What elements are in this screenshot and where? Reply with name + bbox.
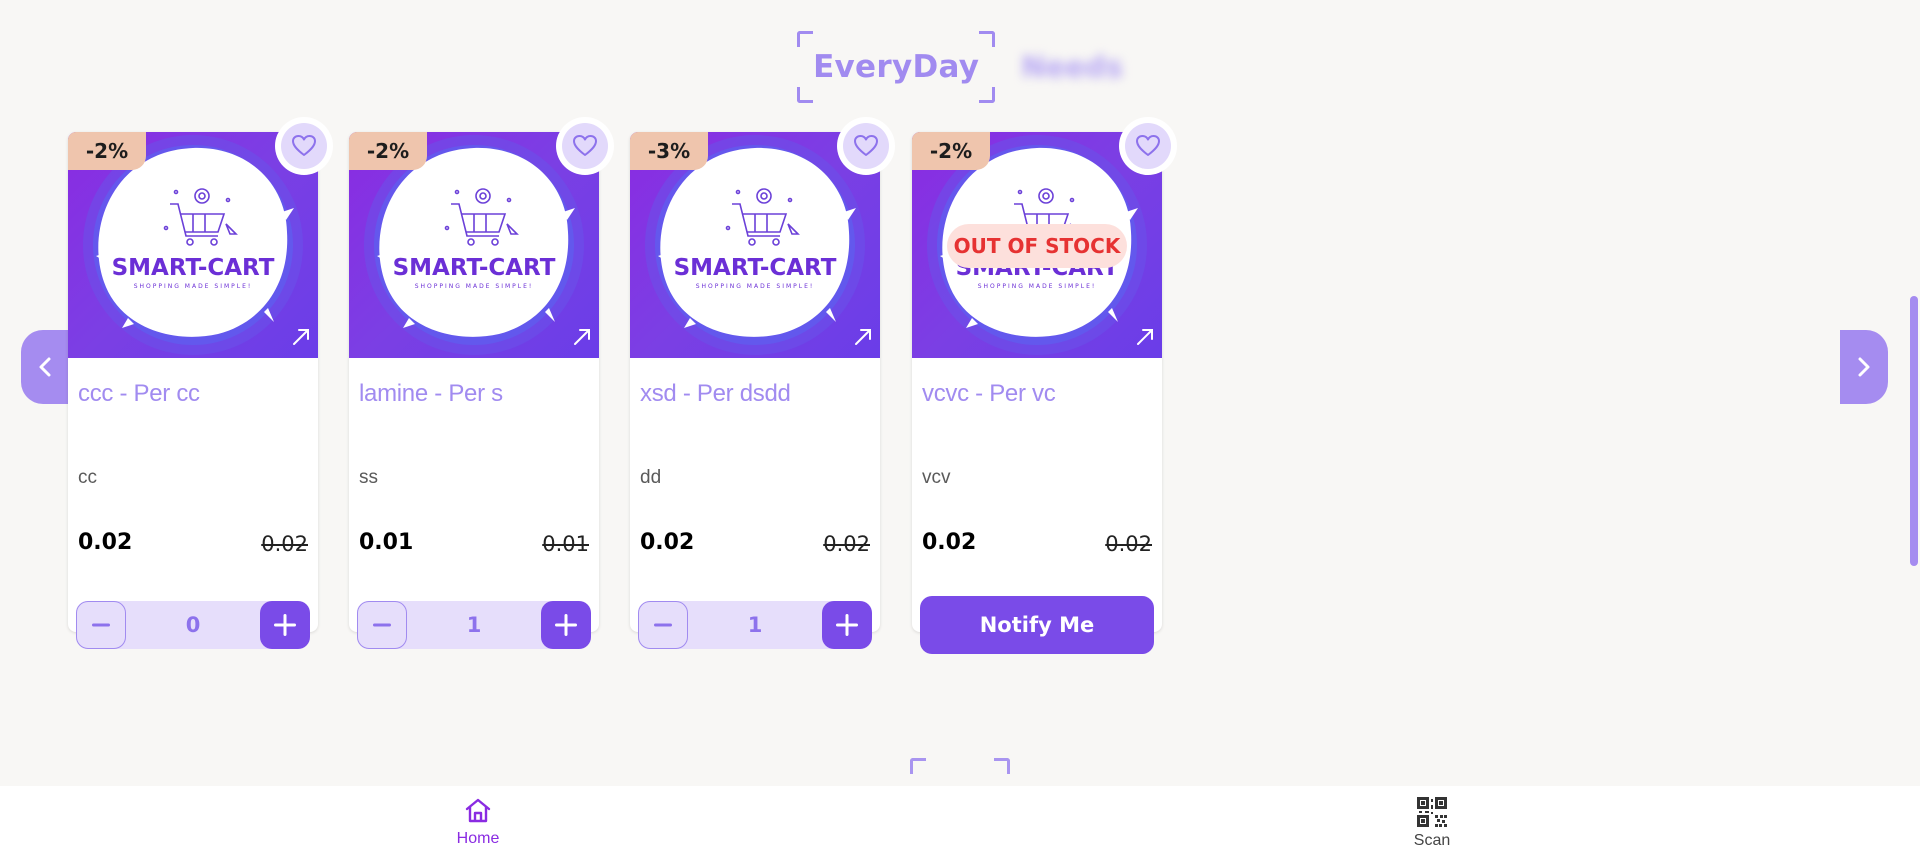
bottom-nav: Home Scan bbox=[0, 786, 1920, 860]
nav-scan[interactable]: Scan bbox=[1402, 796, 1462, 850]
favorite-button[interactable] bbox=[556, 117, 614, 175]
discount-badge: -2% bbox=[68, 132, 146, 170]
nav-scan-label: Scan bbox=[1413, 832, 1451, 849]
product-price: 0.02 bbox=[640, 530, 695, 555]
nav-home[interactable]: Home bbox=[448, 796, 508, 848]
logo-brand-text: SMART-CART bbox=[112, 255, 275, 281]
logo-tagline-text: SHOPPING MADE SIMPLE! bbox=[415, 283, 534, 290]
section-header: EveryDay Needs bbox=[0, 31, 1920, 103]
decrease-quantity-button[interactable] bbox=[638, 601, 688, 649]
heart-icon bbox=[1136, 135, 1160, 156]
chevron-right-icon bbox=[1858, 357, 1870, 377]
product-description: vcv bbox=[922, 467, 951, 488]
quantity-value: 1 bbox=[747, 613, 763, 637]
product-description: cc bbox=[78, 467, 97, 488]
expand-icon[interactable] bbox=[1134, 326, 1156, 348]
heart-icon bbox=[854, 135, 878, 156]
product-description: ss bbox=[359, 467, 378, 488]
product-price: 0.01 bbox=[359, 530, 414, 555]
product-description: dd bbox=[640, 467, 662, 488]
product-name[interactable]: vcvc - Per vc bbox=[922, 380, 1056, 408]
expand-icon[interactable] bbox=[290, 326, 312, 348]
product-price: 0.02 bbox=[922, 530, 977, 555]
logo-tagline-text: SHOPPING MADE SIMPLE! bbox=[696, 283, 815, 290]
product-card[interactable]: SMART-CART SHOPPING MADE SIMPLE! -2% lami… bbox=[349, 117, 614, 649]
increase-quantity-button[interactable] bbox=[822, 601, 872, 649]
favorite-button[interactable] bbox=[837, 117, 895, 175]
quantity-stepper: 1 bbox=[638, 601, 872, 649]
increase-quantity-button[interactable] bbox=[260, 601, 310, 649]
product-old-price: 0.01 bbox=[542, 532, 589, 556]
scrollbar[interactable] bbox=[1908, 0, 1920, 786]
product-old-price: 0.02 bbox=[261, 532, 308, 556]
discount-badge: -3% bbox=[630, 132, 708, 170]
logo-tagline-text: SHOPPING MADE SIMPLE! bbox=[134, 283, 253, 290]
quantity-stepper: 0 bbox=[76, 601, 310, 649]
plus-icon bbox=[274, 614, 296, 636]
section-title-blurred: Needs bbox=[1021, 50, 1123, 84]
plus-icon bbox=[555, 614, 577, 636]
home-icon bbox=[465, 798, 491, 823]
logo-tagline-text: SHOPPING MADE SIMPLE! bbox=[978, 283, 1097, 290]
notify-me-button[interactable]: Notify Me bbox=[920, 596, 1154, 654]
expand-icon[interactable] bbox=[852, 326, 874, 348]
quantity-stepper: 1 bbox=[357, 601, 591, 649]
discount-badge: -2% bbox=[912, 132, 990, 170]
increase-quantity-button[interactable] bbox=[541, 601, 591, 649]
section-title-frame: EveryDay bbox=[797, 31, 996, 103]
product-old-price: 0.02 bbox=[823, 532, 870, 556]
heart-icon bbox=[573, 135, 597, 156]
minus-icon bbox=[92, 623, 110, 627]
decrease-quantity-button[interactable] bbox=[357, 601, 407, 649]
logo-brand-text: SMART-CART bbox=[674, 255, 837, 281]
chevron-left-icon bbox=[39, 357, 51, 377]
quantity-value: 0 bbox=[185, 613, 201, 637]
logo-brand-text: SMART-CART bbox=[393, 255, 556, 281]
carousel-next-button[interactable] bbox=[1840, 330, 1888, 404]
quantity-value: 1 bbox=[466, 613, 482, 637]
out-of-stock-badge: OUT OF STOCK bbox=[947, 224, 1127, 268]
section-title: EveryDay bbox=[813, 49, 980, 85]
product-name[interactable]: xsd - Per dsdd bbox=[640, 380, 791, 408]
nav-home-label: Home bbox=[456, 830, 500, 847]
plus-icon bbox=[836, 614, 858, 636]
favorite-button[interactable] bbox=[275, 117, 333, 175]
carousel-prev-button[interactable] bbox=[21, 330, 69, 404]
minus-icon bbox=[373, 623, 391, 627]
product-name[interactable]: ccc - Per cc bbox=[78, 380, 200, 408]
decrease-quantity-button[interactable] bbox=[76, 601, 126, 649]
product-price: 0.02 bbox=[78, 530, 133, 555]
heart-icon bbox=[292, 135, 316, 156]
scrollbar-thumb[interactable] bbox=[1910, 296, 1918, 566]
discount-badge: -2% bbox=[349, 132, 427, 170]
minus-icon bbox=[654, 623, 672, 627]
product-name[interactable]: lamine - Per s bbox=[359, 380, 503, 408]
product-old-price: 0.02 bbox=[1105, 532, 1152, 556]
product-card[interactable]: SMART-CART SHOPPING MADE SIMPLE! -2% OUT … bbox=[912, 117, 1177, 654]
qr-code-icon bbox=[1417, 797, 1447, 827]
favorite-button[interactable] bbox=[1119, 117, 1177, 175]
expand-icon[interactable] bbox=[571, 326, 593, 348]
product-card[interactable]: SMART-CART SHOPPING MADE SIMPLE! -2% ccc … bbox=[68, 117, 333, 649]
product-card[interactable]: SMART-CART SHOPPING MADE SIMPLE! -3% xsd … bbox=[630, 117, 895, 649]
